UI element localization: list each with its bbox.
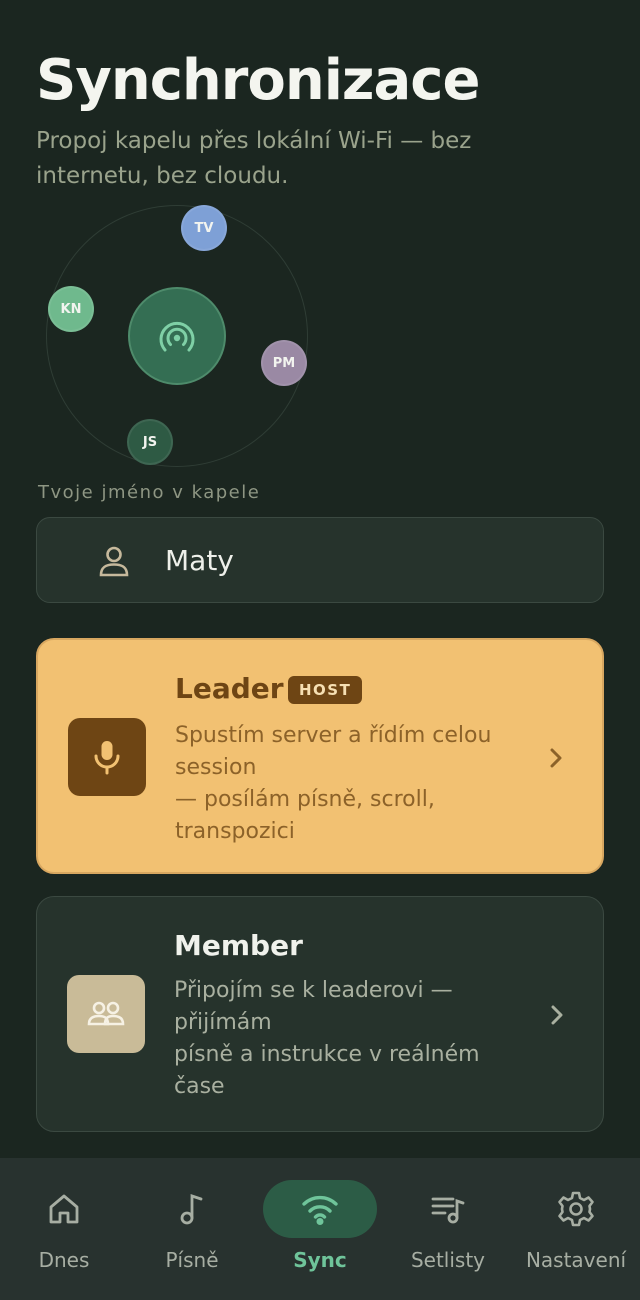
nav-icon-wrap <box>263 1180 377 1238</box>
music-note-icon <box>180 1194 203 1225</box>
leader-role-card[interactable]: Leader HOST Spustím server a řídím celou… <box>36 638 604 874</box>
nav-icon-wrap <box>135 1180 249 1238</box>
leader-description-line1: Spustím server a řídím celou session <box>175 723 492 780</box>
page-title: Synchronizace <box>36 48 480 113</box>
peer-avatar-tv: TV <box>181 205 227 251</box>
peer-avatar-js: JS <box>127 419 173 465</box>
nav-item-nastaveni[interactable]: Nastavení <box>512 1180 640 1280</box>
nav-icon-wrap <box>391 1180 505 1238</box>
leader-title: Leader <box>175 672 284 705</box>
home-icon <box>49 1194 79 1224</box>
playlist-icon <box>431 1197 465 1224</box>
nav-icon-wrap <box>519 1180 633 1238</box>
wifi-icon <box>302 1195 338 1225</box>
nav-label: Setlisty <box>410 1248 486 1272</box>
band-name-field[interactable] <box>36 517 604 603</box>
group-icon <box>87 1001 125 1026</box>
peer-avatar-pm: PM <box>261 340 307 386</box>
microphone-icon <box>94 741 120 775</box>
name-field-label: Tvoje jméno v kapele <box>38 482 261 503</box>
nav-item-dnes[interactable]: Dnes <box>0 1180 128 1280</box>
leader-description: Spustím server a řídím celou session — p… <box>175 720 535 848</box>
member-description-line1: Připojím se k leaderovi — přijímám <box>174 978 453 1035</box>
nav-item-sync[interactable]: Sync <box>256 1180 384 1280</box>
member-role-card[interactable]: Member Připojím se k leaderovi — přijímá… <box>36 896 604 1132</box>
chevron-right-icon <box>551 1005 563 1025</box>
nav-icon-wrap <box>7 1180 121 1238</box>
member-icon-tile <box>67 975 145 1053</box>
nav-label: Nastavení <box>525 1248 627 1272</box>
host-badge: HOST <box>288 676 363 704</box>
bottom-navigation: Dnes Písně Sync Setlisty Nastavení <box>0 1158 640 1300</box>
peer-radar: TV KN PM JS <box>46 205 310 469</box>
chevron-right-icon <box>550 748 562 768</box>
member-description-line2: písně a instrukce v reálném čase <box>174 1042 480 1099</box>
broadcast-icon <box>159 321 195 352</box>
nav-item-setlisty[interactable]: Setlisty <box>384 1180 512 1280</box>
member-description: Připojím se k leaderovi — přijímám písně… <box>174 975 534 1103</box>
person-icon <box>99 546 129 577</box>
leader-icon-tile <box>68 718 146 796</box>
gear-icon <box>558 1191 594 1227</box>
page-subtitle: Propoj kapelu přes lokální Wi-Fi — bez i… <box>36 128 472 189</box>
nav-label: Písně <box>165 1248 219 1272</box>
band-name-input[interactable] <box>165 538 585 582</box>
radar-center <box>128 287 226 385</box>
nav-label: Dnes <box>38 1248 90 1272</box>
member-title: Member <box>174 929 303 962</box>
peer-avatar-kn: KN <box>48 286 94 332</box>
nav-label: Sync <box>293 1248 347 1272</box>
leader-description-line2: — posílám písně, scroll, transpozici <box>175 787 435 844</box>
nav-item-pisne[interactable]: Písně <box>128 1180 256 1280</box>
